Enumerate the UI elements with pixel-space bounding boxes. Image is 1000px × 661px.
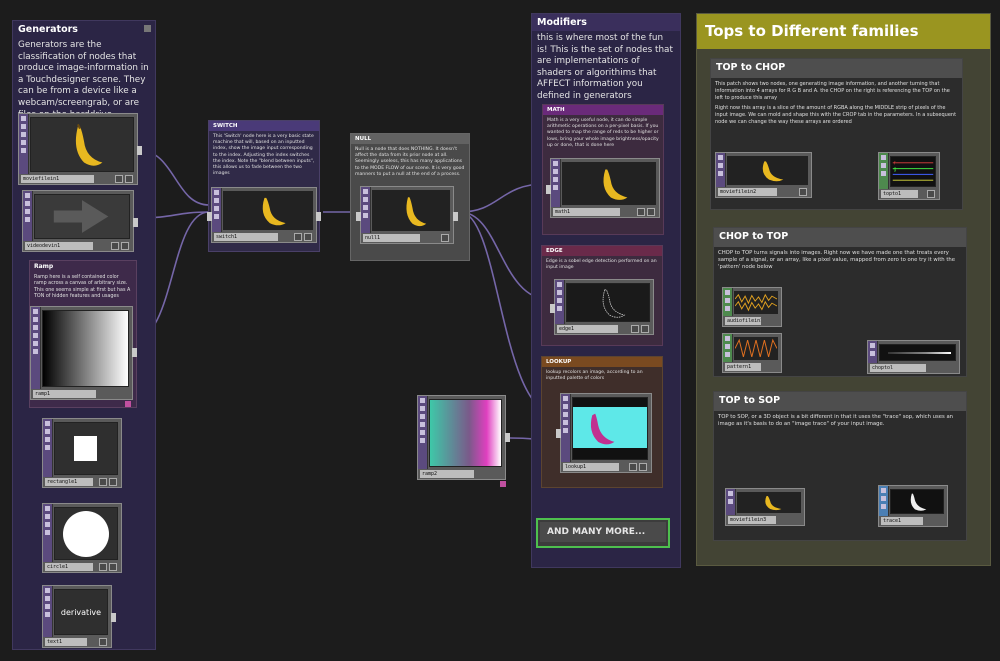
audio-waveform-preview [734, 291, 778, 314]
modifiers-text: this is where most of the fun is! This i… [537, 33, 673, 102]
node-pattern1[interactable]: pattern1 [722, 333, 782, 373]
top-to-chop-text1: This patch shows two nodes, one generati… [715, 81, 950, 101]
node-label: videodevin1 [25, 242, 94, 250]
node-label: topto1 [881, 190, 919, 198]
edge-preview [566, 283, 650, 322]
node-trace1[interactable]: trace1 [878, 485, 948, 527]
node-label: rectangle1 [45, 478, 94, 486]
node-topto1[interactable]: rg topto1 [878, 152, 940, 200]
node-label: lookup1 [563, 463, 619, 471]
switch-note-title: SWITCH [209, 121, 319, 131]
svg-text:r: r [894, 161, 896, 167]
node-label: trace1 [881, 517, 924, 525]
node-ramp1[interactable]: ramp1 [30, 306, 137, 400]
banana-preview [727, 156, 808, 185]
switch-note-text: This 'Switch' node here is a very basic … [213, 134, 315, 177]
node-label: moviefilein2 [718, 188, 777, 196]
pattern-preview [734, 337, 778, 360]
node-label: switch1 [214, 233, 279, 241]
node-label: ramp2 [420, 470, 474, 478]
chop-graph-preview: rg [890, 156, 936, 187]
node-label: pattern1 [725, 363, 761, 371]
node-label: moviefilein1 [21, 175, 95, 183]
node-label: circle1 [45, 563, 94, 571]
node-label: moviefilein3 [728, 516, 777, 524]
circle-preview [54, 507, 118, 560]
ramp2-preview [429, 399, 502, 467]
top-to-chop-title: TOP to CHOP [711, 59, 962, 78]
node-edge1[interactable]: edge1 [550, 279, 654, 335]
node-label: null1 [363, 234, 421, 242]
node-moviefilein3[interactable]: moviefilein3 [725, 488, 805, 526]
banana-preview [372, 190, 450, 231]
panel-menu-icon[interactable] [144, 25, 151, 32]
node-videodevin1[interactable]: videodevin1 [22, 190, 138, 252]
banana-preview [30, 117, 134, 172]
node-label: edge1 [557, 325, 618, 333]
generators-text: Generators are the classification of nod… [18, 40, 149, 120]
lookup-note-text: lookup recolors an image, according to a… [546, 370, 643, 382]
node-label: choptol [870, 364, 927, 372]
rectangle-preview [54, 422, 118, 475]
and-many-more-label: AND MANY MORE... [540, 522, 666, 542]
lookup-note-title: LOOKUP [542, 357, 662, 367]
top-to-sop-title: TOP to SOP [714, 392, 966, 411]
ramp-note-text: Ramp here is a self contained color ramp… [34, 275, 131, 300]
math-note-title: MATH [543, 105, 663, 115]
chop-to-top-title: CHOP to TOP [714, 228, 966, 247]
banana-preview [223, 191, 313, 230]
null-note-title: NULL [351, 134, 469, 144]
and-many-more-button[interactable]: AND MANY MORE... [536, 518, 670, 548]
node-rectangle1[interactable]: rectangle1 [42, 418, 122, 488]
node-lookup1[interactable]: lookup1 [556, 393, 652, 473]
text-preview-content: derivative [60, 607, 102, 617]
node-math1[interactable]: math1 [546, 158, 660, 218]
node-null1[interactable]: null1 [356, 186, 458, 244]
node-label: audiofilein1 [725, 317, 761, 325]
ramp-preview [42, 310, 129, 387]
ramp-note-title: Ramp [34, 263, 54, 270]
families-title: Tops to Different families [697, 14, 990, 49]
node-moviefilein1[interactable]: moviefilein1 [18, 113, 142, 185]
svg-text:g: g [894, 167, 897, 172]
top-to-sop-text: TOP to SOP, or a 3D object is a bit diff… [718, 414, 954, 428]
edge-note-title: EDGE [542, 246, 662, 256]
node-text1[interactable]: derivative text1 [42, 585, 116, 648]
node-circle1[interactable]: circle1 [42, 503, 122, 573]
edge-note-text: Edge is a sobel edge detection performed… [546, 259, 657, 271]
node-audiofilein1[interactable]: audiofilein1 [722, 287, 782, 327]
lookup-preview [572, 397, 648, 460]
node-ramp2[interactable]: ramp2 [417, 395, 510, 480]
math-note-text: Math is a very useful node, it can do si… [547, 118, 659, 148]
banana-preview [562, 162, 656, 205]
node-moviefilein2[interactable]: moviefilein2 [715, 152, 812, 198]
text-preview: derivative [54, 589, 108, 635]
node-choptol[interactable]: choptol [867, 340, 960, 374]
generators-title: Generators [18, 24, 78, 35]
modifiers-title: Modifiers [532, 14, 680, 31]
node-label: ramp1 [33, 390, 96, 398]
top-to-chop-text2: Right now this array is a slice of the a… [715, 105, 957, 125]
null-note-text: Null is a node that does NOTHING. It doe… [355, 147, 465, 177]
node-label: text1 [45, 638, 88, 646]
trace-preview [890, 489, 944, 514]
node-switch1[interactable]: switch1 [207, 187, 321, 243]
banana-preview [737, 492, 801, 513]
node-label: math1 [553, 208, 620, 216]
arrow-preview [34, 194, 130, 239]
chop-to-top-text: CHOP to TOP turns signals into images. R… [718, 250, 956, 271]
chopto-preview [879, 344, 956, 361]
